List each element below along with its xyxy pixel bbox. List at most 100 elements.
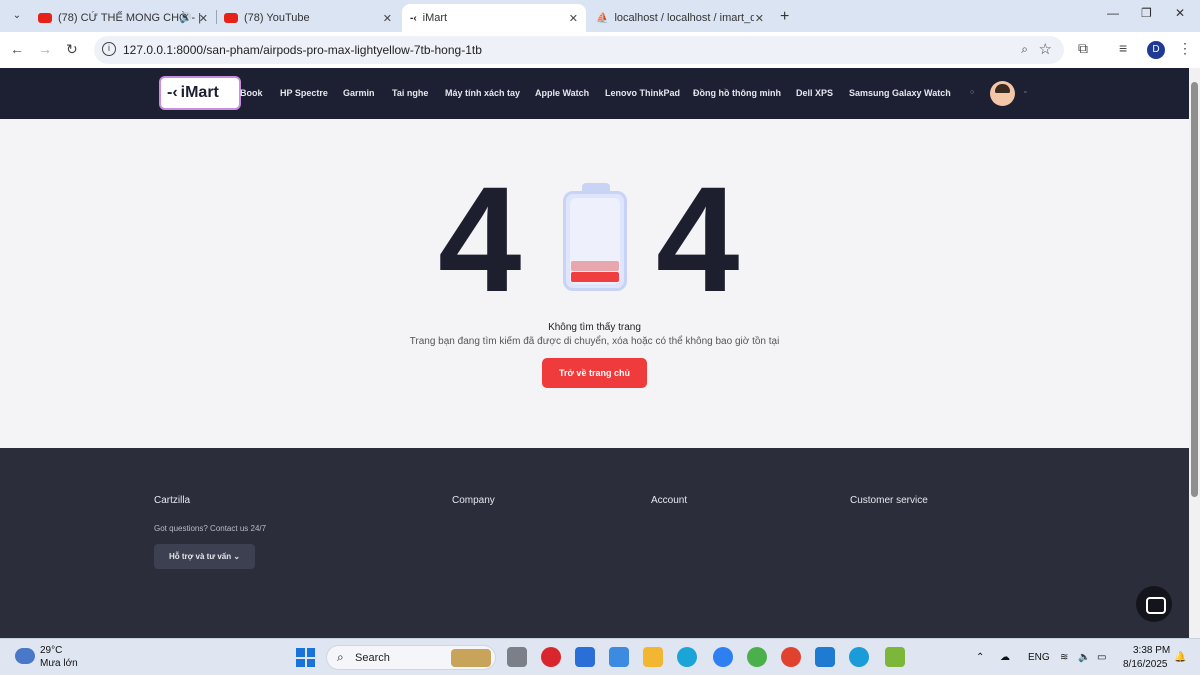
footer-heading-company: Company	[452, 495, 495, 506]
tab-title: localhost / localhost / imart_dat	[614, 12, 755, 24]
clock-time[interactable]: 3:38 PM	[1133, 645, 1170, 656]
app-blue-icon[interactable]	[575, 647, 595, 667]
site-footer: Cartzilla Company Account Customer servi…	[0, 448, 1189, 638]
nav-item-samsung-galaxy-watch[interactable]: Samsung Galaxy Watch	[849, 88, 951, 98]
nav-item-lenovo-thinkpad[interactable]: Lenovo ThinkPad	[605, 88, 680, 98]
menu-icon[interactable]: ⋮	[1178, 40, 1192, 57]
chat-bubble-icon[interactable]	[1136, 586, 1172, 622]
battery-icon[interactable]: ▭	[1097, 652, 1106, 663]
dropdown-indicator-icon[interactable]: ○	[946, 89, 950, 96]
browser-toolbar: ← → ↻ i 127.0.0.1:8000/san-pham/airpods-…	[0, 32, 1200, 68]
error-digit-right: 4	[656, 155, 740, 323]
profile-avatar[interactable]: D	[1147, 41, 1165, 59]
media-controls-icon[interactable]: ≡	[1119, 40, 1127, 56]
file-explorer-icon[interactable]	[643, 647, 663, 667]
tab-phpmyadmin[interactable]: ⛵ localhost / localhost / imart_dat ✕	[588, 4, 772, 32]
close-icon[interactable]: ✕	[755, 12, 764, 25]
windows-start-icon[interactable]	[296, 648, 315, 667]
app-red-icon[interactable]	[541, 647, 561, 667]
back-button[interactable]: ←	[10, 41, 24, 57]
app-lime-icon[interactable]	[885, 647, 905, 667]
logo-text: iMart	[180, 84, 219, 101]
weather-rain-icon[interactable]	[15, 648, 35, 664]
edge-icon[interactable]	[677, 647, 697, 667]
nav-item-tai-nghe[interactable]: Tai nghe	[392, 88, 428, 98]
nav-item-dong-ho-thong-minh[interactable]: Đồng hồ thông minh	[693, 88, 781, 98]
chrome-icon[interactable]	[781, 647, 801, 667]
nav-item-garmin[interactable]: Garmin	[343, 88, 375, 98]
search-icon[interactable]: ○	[970, 89, 974, 96]
forward-button[interactable]: →	[38, 41, 52, 57]
language-indicator[interactable]: ENG	[1028, 652, 1050, 663]
phpmyadmin-icon: ⛵	[596, 12, 609, 24]
reload-button[interactable]: ↻	[66, 41, 78, 58]
task-view-icon[interactable]	[507, 647, 527, 667]
tab-title: (78) YouTube	[244, 12, 310, 24]
zoom-icon[interactable]: ⌕	[1021, 42, 1028, 57]
clock-date[interactable]: 8/16/2025	[1123, 659, 1168, 670]
url-text[interactable]: 127.0.0.1:8000/san-pham/airpods-pro-max-…	[123, 43, 482, 57]
tab-youtube[interactable]: (78) YouTube ✕	[216, 4, 400, 32]
support-dropdown-button[interactable]: Hỗ trợ và tư vấn ⌄	[154, 544, 255, 569]
user-avatar[interactable]	[990, 81, 1015, 106]
back-to-home-button[interactable]: Trở về trang chủ	[542, 358, 647, 388]
close-icon[interactable]: ✕	[569, 12, 578, 25]
close-icon[interactable]: ✕	[199, 12, 208, 25]
extensions-icon[interactable]: ⧉	[1078, 40, 1088, 57]
windows-taskbar: 29°C Mưa lớn ⌕ Search ⌃ ☁ ENG ≋ 🔈 ▭ 3:38…	[0, 638, 1200, 675]
site-info-icon[interactable]: i	[102, 42, 116, 56]
mysql-workbench-icon[interactable]	[849, 647, 869, 667]
minimize-button[interactable]: —	[1107, 6, 1119, 20]
browser-chrome: ⌄ (78) CỨ THẾ MONG CHỜ - | 🔊 ✕ (78) YouT…	[0, 0, 1200, 68]
zalo-icon[interactable]	[713, 647, 733, 667]
search-highlight-image	[451, 649, 491, 667]
error-title: Không tìm thấy trang	[548, 322, 641, 333]
cart-icon[interactable]: ▫	[1024, 89, 1026, 96]
bookmark-star-icon[interactable]: ☆	[1039, 40, 1052, 58]
restore-button[interactable]: ❐	[1141, 6, 1152, 20]
not-found-section: 4 4 Không tìm thấy trang Trang bạn đang …	[0, 119, 1189, 448]
search-icon: ⌕	[337, 650, 344, 664]
show-hidden-icons-icon[interactable]: ⌃	[976, 652, 984, 663]
tab-strip: ⌄ (78) CỨ THẾ MONG CHỜ - | 🔊 ✕ (78) YouT…	[0, 0, 1200, 32]
youtube-icon	[224, 13, 238, 23]
app-green-icon[interactable]	[747, 647, 767, 667]
notifications-icon[interactable]: 🔔	[1174, 652, 1186, 663]
microsoft-store-icon[interactable]	[609, 647, 629, 667]
wifi-icon[interactable]: ≋	[1060, 652, 1068, 663]
taskbar-search-box[interactable]: ⌕ Search	[326, 645, 496, 670]
audio-icon[interactable]: 🔊	[180, 13, 192, 24]
page-scrollbar[interactable]	[1189, 68, 1200, 638]
search-label: Search	[355, 652, 390, 664]
footer-heading-account: Account	[651, 495, 688, 506]
nav-item-apple-watch[interactable]: Apple Watch	[535, 88, 589, 98]
volume-icon[interactable]: 🔈	[1078, 652, 1090, 663]
tab-search-icon[interactable]: ⌄	[8, 7, 26, 25]
youtube-icon	[38, 13, 52, 23]
nav-item-hp-spectre[interactable]: HP Spectre	[280, 88, 328, 98]
site-logo[interactable]: -‹ iMart	[159, 76, 241, 110]
contact-text: Got questions? Contact us 24/7	[154, 524, 267, 533]
weather-temperature[interactable]: 29°C	[40, 645, 62, 656]
empty-battery-icon	[563, 191, 627, 291]
weather-description[interactable]: Mưa lớn	[40, 658, 78, 669]
site-header: -‹ iMart Book HP Spectre Garmin Tai nghe…	[0, 68, 1189, 119]
vscode-icon[interactable]	[815, 647, 835, 667]
nav-item-book[interactable]: Book	[240, 88, 263, 98]
scrollbar-thumb[interactable]	[1191, 82, 1198, 497]
tab-title: iMart	[422, 12, 448, 24]
close-icon[interactable]: ✕	[383, 12, 392, 25]
error-digit-left: 4	[438, 155, 522, 323]
imart-favicon: -‹	[410, 12, 417, 24]
logo-mark-icon: -‹	[167, 84, 178, 101]
network-warning-icon[interactable]: ☁	[1000, 652, 1010, 663]
address-bar[interactable]: i 127.0.0.1:8000/san-pham/airpods-pro-ma…	[94, 36, 1064, 64]
close-window-button[interactable]: ✕	[1175, 6, 1185, 20]
tab-youtube-song[interactable]: (78) CỨ THẾ MONG CHỜ - | 🔊 ✕	[30, 4, 216, 32]
tab-imart[interactable]: -‹ iMart ✕	[402, 4, 586, 32]
nav-item-dell-xps[interactable]: Dell XPS	[796, 88, 833, 98]
nav-item-may-tinh-xach-tay[interactable]: Máy tính xách tay	[445, 88, 520, 98]
new-tab-button[interactable]: +	[780, 8, 789, 26]
error-description: Trang bạn đang tìm kiếm đã được di chuyể…	[409, 336, 780, 347]
footer-heading-customer-service: Customer service	[850, 495, 928, 506]
